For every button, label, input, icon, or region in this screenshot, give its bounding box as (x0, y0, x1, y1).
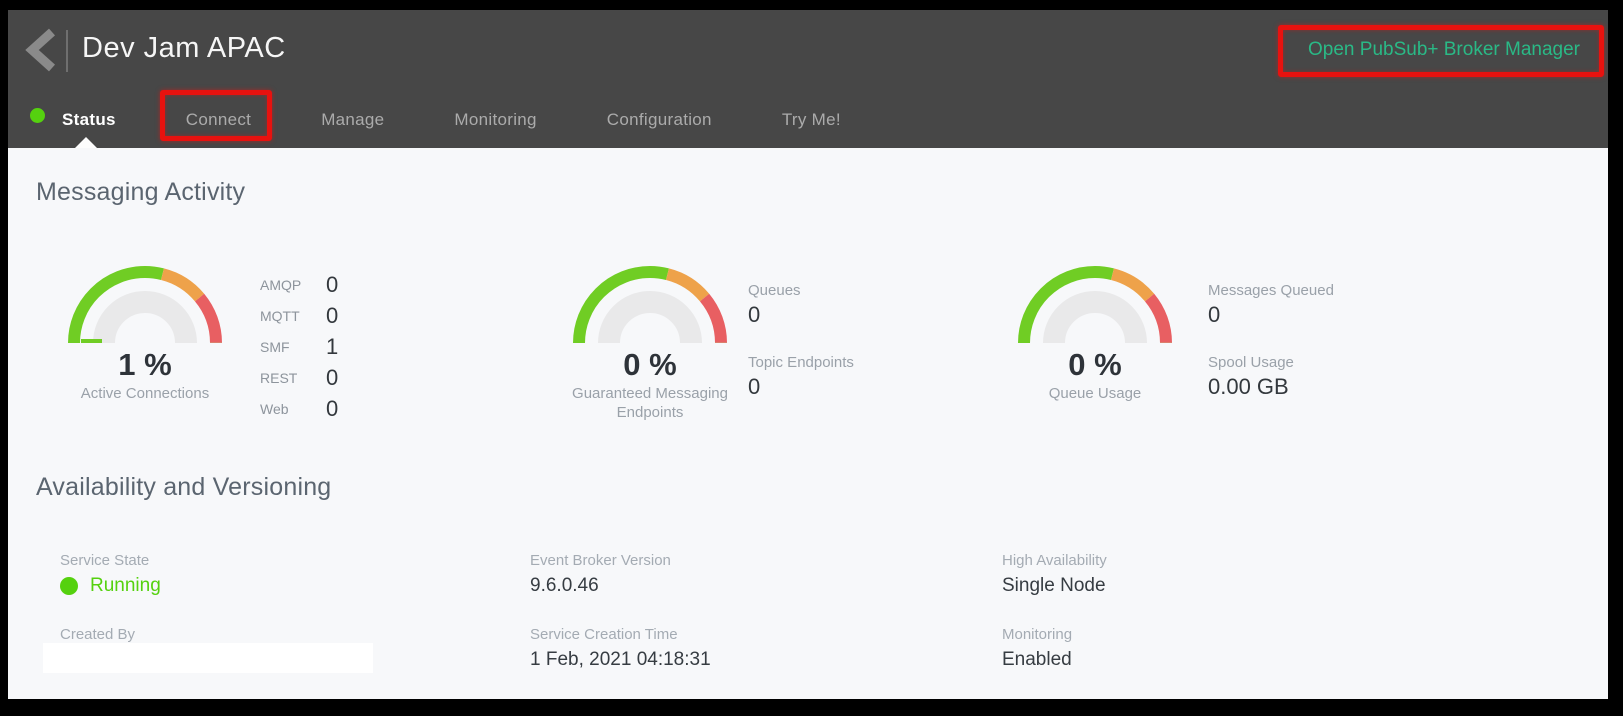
screenshot-root: Dev Jam APAC Open PubSub+ Broker Manager… (0, 0, 1623, 716)
queue-usage-percent: 0 % (1015, 347, 1175, 383)
back-button[interactable] (22, 26, 62, 74)
stat-row-mqtt: MQTT 0 (260, 300, 338, 331)
active-connections-caption: Active Connections (45, 384, 245, 403)
queue-usage-gauge-icon (1015, 261, 1175, 349)
spool-usage-label: Spool Usage (1208, 353, 1428, 373)
guaranteed-messaging-percent: 0 % (570, 347, 730, 383)
guaranteed-messaging-caption: Guaranteed Messaging Endpoints (550, 384, 750, 422)
field-created-by: Created By (60, 625, 135, 645)
field-service-state: Service State Running (60, 551, 161, 597)
stat-row-smf: SMF 1 (260, 331, 338, 362)
page-title: Dev Jam APAC (82, 32, 286, 65)
field-service-creation-time: Service Creation Time 1 Feb, 2021 04:18:… (530, 625, 711, 672)
created-by-redacted-value (43, 643, 373, 673)
open-broker-manager-link[interactable]: Open PubSub+ Broker Manager (1308, 39, 1580, 61)
chevron-left-icon (22, 26, 62, 74)
field-high-availability: High Availability Single Node (1002, 551, 1107, 598)
running-dot-icon (60, 577, 78, 595)
tab-status[interactable]: Status (62, 110, 116, 130)
protocol-connection-stats: AMQP 0 MQTT 0 SMF 1 REST 0 Web 0 (260, 269, 338, 424)
topic-endpoints-value: 0 (748, 373, 968, 401)
tab-monitoring[interactable]: Monitoring (454, 110, 536, 130)
endpoint-stats: Queues 0 Topic Endpoints 0 (748, 281, 968, 425)
queue-usage-caption: Queue Usage (995, 384, 1195, 403)
messages-queued-value: 0 (1208, 301, 1428, 329)
active-connections-gauge-icon (65, 261, 225, 349)
guaranteed-messaging-gauge-icon (570, 261, 730, 349)
section-title-availability: Availability and Versioning (36, 473, 331, 502)
field-event-broker-version: Event Broker Version 9.6.0.46 (530, 551, 671, 598)
service-status-dot-icon (30, 108, 45, 123)
field-monitoring: Monitoring Enabled (1002, 625, 1072, 672)
stat-row-amqp: AMQP 0 (260, 269, 338, 300)
topic-endpoints-label: Topic Endpoints (748, 353, 968, 373)
tab-bar: Status Connect Manage Monitoring Configu… (8, 92, 1608, 148)
tab-try-me[interactable]: Try Me! (782, 110, 841, 130)
spool-stats: Messages Queued 0 Spool Usage 0.00 GB (1208, 281, 1428, 425)
active-tab-caret (75, 137, 97, 148)
active-connections-percent: 1 % (65, 347, 225, 383)
stat-row-rest: REST 0 (260, 362, 338, 393)
tab-configuration[interactable]: Configuration (607, 110, 712, 130)
messages-queued-label: Messages Queued (1208, 281, 1428, 301)
stat-row-web: Web 0 (260, 393, 338, 424)
queues-label: Queues (748, 281, 968, 301)
service-detail-page: Dev Jam APAC Open PubSub+ Broker Manager… (8, 10, 1608, 699)
spool-usage-value: 0.00 GB (1208, 373, 1428, 401)
service-state-value: Running (60, 575, 161, 597)
page-header: Dev Jam APAC Open PubSub+ Broker Manager… (8, 10, 1608, 148)
tab-manage[interactable]: Manage (321, 110, 384, 130)
tab-connect[interactable]: Connect (186, 110, 251, 130)
queues-value: 0 (748, 301, 968, 329)
section-title-messaging-activity: Messaging Activity (36, 178, 245, 207)
title-divider (66, 30, 68, 72)
